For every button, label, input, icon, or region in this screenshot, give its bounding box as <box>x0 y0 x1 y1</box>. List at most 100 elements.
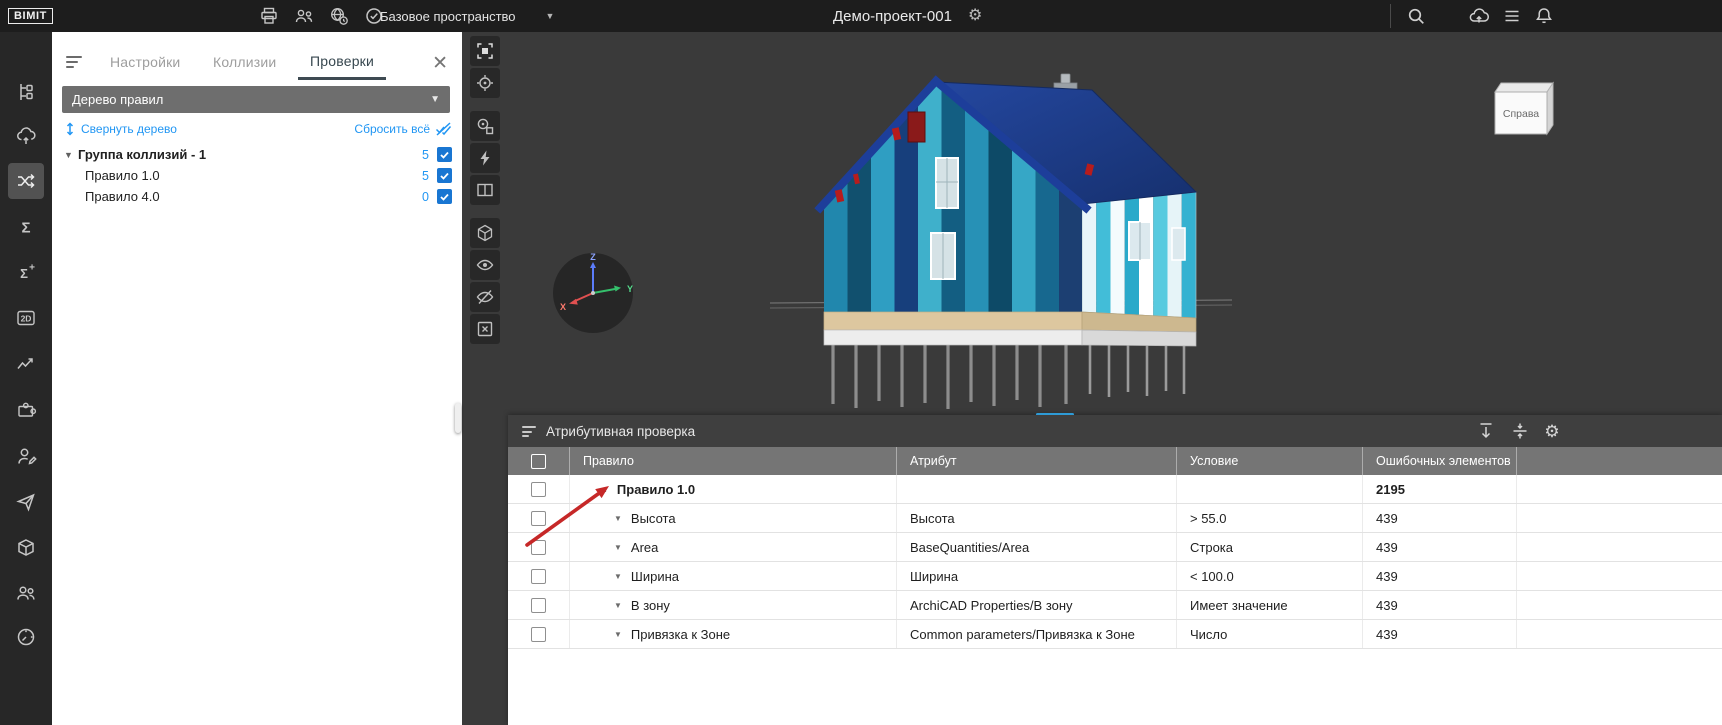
globe-clock-icon[interactable] <box>328 5 350 27</box>
search-icon[interactable] <box>1406 0 1426 32</box>
collapse-tree-link[interactable]: Свернуть дерево <box>64 122 177 136</box>
sidebar-item-graph[interactable] <box>8 345 44 381</box>
tree-item-rule[interactable]: Правило 4.0 0 <box>52 186 462 207</box>
select-all-checkbox[interactable] <box>531 454 546 469</box>
app-logo-text: BIMIT <box>8 8 53 24</box>
project-title: Демо-проект-001 <box>833 8 952 25</box>
record-area-button[interactable] <box>470 111 500 141</box>
tab-checks[interactable]: Проверки <box>298 44 386 80</box>
table-row[interactable]: ▲Правило 1.0 2195 <box>508 475 1722 504</box>
sidebar-item-sum[interactable]: Σ <box>8 209 44 245</box>
reset-all-link[interactable]: Сбросить всё <box>354 122 452 136</box>
table-row[interactable]: ▼Ширина Ширина < 100.0 439 <box>508 562 1722 591</box>
table-row[interactable]: ▼В зону ArchiCAD Properties/В зону Имеет… <box>508 591 1722 620</box>
column-header-filler <box>1517 447 1722 475</box>
table-row[interactable]: ▼ Высота Высота > 55.0 439 <box>508 504 1722 533</box>
tree-item-checkbox[interactable] <box>437 147 452 162</box>
sidebar-item-package[interactable] <box>8 530 44 566</box>
show-elements-button[interactable] <box>470 250 500 280</box>
sidebar-item-navigate[interactable] <box>8 484 44 520</box>
column-header-attribute[interactable]: Атрибут <box>897 447 1177 475</box>
notifications-icon[interactable] <box>1534 0 1554 32</box>
rule-errors: 439 <box>1363 533 1517 561</box>
sidebar-item-plugins[interactable] <box>8 391 44 427</box>
quick-action-button[interactable] <box>470 143 500 173</box>
chevron-down-icon: ▼ <box>546 11 555 21</box>
rules-tree: ▼ Группа коллизий - 1 5 Правило 1.0 5 Пр… <box>52 144 462 207</box>
tree-item-group[interactable]: ▼ Группа коллизий - 1 5 <box>52 144 462 165</box>
panel-resize-handle[interactable] <box>455 403 461 433</box>
row-checkbox[interactable] <box>531 598 546 613</box>
topbar-tools <box>258 0 385 32</box>
collapse-tree-label: Свернуть дерево <box>81 122 177 136</box>
hide-elements-button[interactable] <box>470 282 500 312</box>
cloud-sync-icon[interactable] <box>1468 0 1490 32</box>
import-icon[interactable] <box>1476 421 1496 441</box>
chevron-down-icon[interactable]: ▼ <box>64 150 78 160</box>
expand-icon[interactable]: ▼ <box>614 514 622 523</box>
sidebar-item-model-tree[interactable] <box>8 74 44 110</box>
org-chart-icon[interactable] <box>293 5 315 27</box>
printer-icon[interactable] <box>258 5 280 27</box>
sidebar-item-cloud-sync[interactable] <box>8 118 44 154</box>
building-model <box>770 70 1240 425</box>
capture-region-button[interactable] <box>470 36 500 66</box>
sidebar-item-view-2d[interactable]: 2D <box>8 300 44 336</box>
panel-menu-icon[interactable] <box>522 426 538 437</box>
viewport-3d[interactable]: Z Y X Справа <box>462 32 1722 725</box>
tree-item-checkbox[interactable] <box>437 189 452 204</box>
tab-settings[interactable]: Настройки <box>98 44 192 80</box>
pick-target-button[interactable] <box>470 68 500 98</box>
column-header-errors[interactable]: Ошибочных элементов <box>1363 447 1517 475</box>
tree-item-label: Правило 4.0 <box>85 189 417 204</box>
svg-text:2D: 2D <box>21 314 32 324</box>
expand-icon[interactable]: ▼ <box>614 572 622 581</box>
split-view-button[interactable] <box>470 175 500 205</box>
rule-name: Ширина <box>631 569 679 584</box>
rule-attribute: Высота <box>897 504 1177 532</box>
reset-all-label: Сбросить всё <box>354 122 430 136</box>
expand-icon[interactable]: ▼ <box>614 601 622 610</box>
axis-gizmo[interactable]: Z Y X <box>551 251 635 340</box>
collapse-icon[interactable]: ▲ <box>600 485 608 494</box>
attribute-check-panel: Атрибутивная проверка ⚙ Правило Атрибут … <box>508 415 1722 725</box>
svg-text:X: X <box>560 302 566 312</box>
fit-rows-icon[interactable] <box>1510 421 1530 441</box>
close-icon[interactable]: ✕ <box>432 54 448 73</box>
sidebar-item-team[interactable] <box>8 575 44 611</box>
column-header-condition[interactable]: Условие <box>1177 447 1363 475</box>
tree-item-count: 5 <box>417 148 429 162</box>
row-checkbox[interactable] <box>531 569 546 584</box>
row-checkbox[interactable] <box>531 540 546 555</box>
settings-icon[interactable]: ⚙ <box>1542 421 1562 441</box>
tree-actions: Свернуть дерево Сбросить всё <box>52 120 462 140</box>
table-row[interactable]: ▼Area BaseQuantities/Area Строка 439 <box>508 533 1722 562</box>
view-cube[interactable]: Справа <box>1485 76 1559 149</box>
expand-icon[interactable]: ▼ <box>614 630 622 639</box>
rule-errors: 439 <box>1363 504 1517 532</box>
sidebar-item-gauge[interactable] <box>8 619 44 655</box>
sidebar-item-sum-plus[interactable]: Σ+ <box>8 254 44 290</box>
panel-menu-icon[interactable] <box>66 56 84 68</box>
sidebar-item-clash-detection[interactable] <box>8 163 44 199</box>
topbar-divider <box>1390 4 1391 28</box>
rule-condition: > 55.0 <box>1177 504 1363 532</box>
table-row[interactable]: ▼Привязка к Зоне Common parameters/Привя… <box>508 620 1722 649</box>
row-checkbox[interactable] <box>531 627 546 642</box>
row-checkbox[interactable] <box>531 482 546 497</box>
row-checkbox[interactable] <box>531 511 546 526</box>
clear-selection-button[interactable] <box>470 314 500 344</box>
checks-panel: Настройки Коллизии Проверки ✕ Дерево пра… <box>52 32 462 725</box>
column-header-rule[interactable]: Правило <box>570 447 897 475</box>
rule-name: Высота <box>631 511 676 526</box>
tab-collisions[interactable]: Коллизии <box>201 44 288 80</box>
project-settings-icon[interactable]: ⚙ <box>968 8 982 24</box>
sidebar-item-user-edit[interactable] <box>8 438 44 474</box>
list-icon[interactable] <box>1502 0 1522 32</box>
section-box-button[interactable] <box>470 218 500 248</box>
tree-item-checkbox[interactable] <box>437 168 452 183</box>
expand-icon[interactable]: ▼ <box>614 543 622 552</box>
workspace-dropdown[interactable]: Базовое пространство ▼ <box>380 0 554 32</box>
tree-item-rule[interactable]: Правило 1.0 5 <box>52 165 462 186</box>
rules-tree-header[interactable]: Дерево правил ▼ <box>62 86 450 113</box>
